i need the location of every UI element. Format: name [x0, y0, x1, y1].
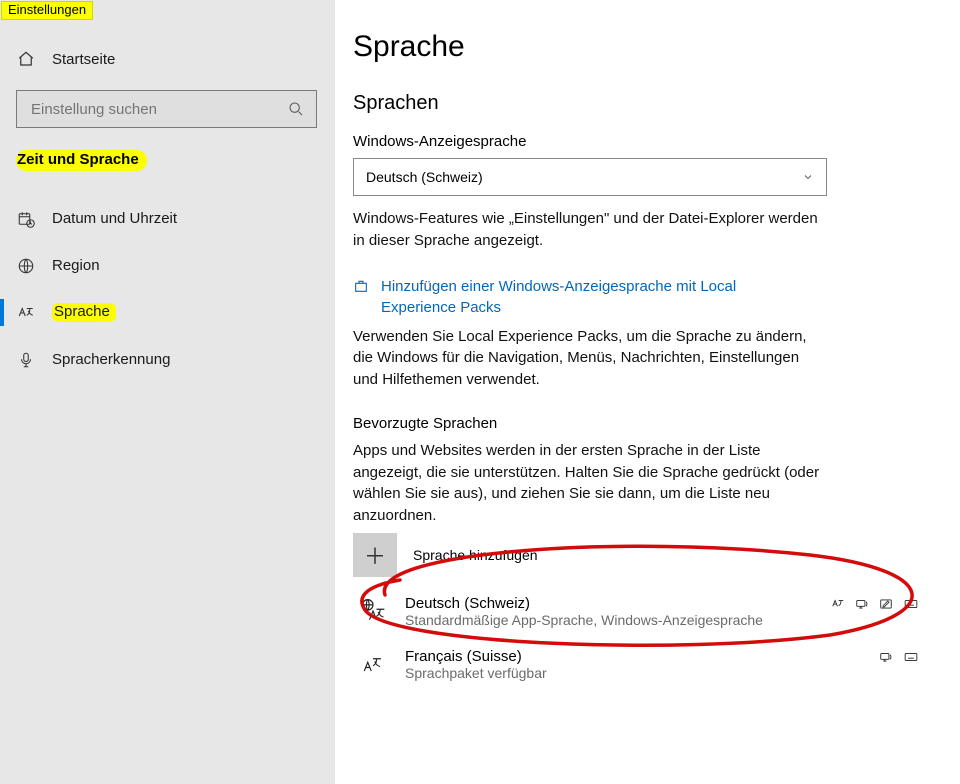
language-subtitle: Standardmäßige App-Sprache, Windows-Anze…	[405, 612, 830, 628]
store-link-text: Hinzufügen einer Windows-Anzeigesprache …	[381, 276, 761, 318]
language-subtitle: Sprachpaket verfügbar	[405, 665, 878, 681]
plus-icon: ＋	[353, 533, 397, 577]
nav-item-label: Datum und Uhrzeit	[52, 210, 177, 227]
feature-display-icon	[830, 597, 846, 611]
calendar-clock-icon	[16, 210, 36, 228]
language-pack-icon	[359, 597, 389, 625]
home-icon	[16, 50, 36, 68]
language-item-de[interactable]: Deutsch (Schweiz) Standardmäßige App-Spr…	[353, 595, 920, 628]
store-link[interactable]: Hinzufügen einer Windows-Anzeigesprache …	[353, 276, 920, 318]
nav-home[interactable]: Startseite	[16, 38, 317, 80]
feature-keyboard-icon	[902, 650, 920, 664]
chevron-down-icon	[802, 171, 814, 183]
nav-item-language[interactable]: Sprache	[16, 289, 317, 336]
store-help: Verwenden Sie Local Experience Packs, um…	[353, 326, 823, 391]
display-language-value: Deutsch (Schweiz)	[366, 169, 483, 185]
nav-item-date-time[interactable]: Datum und Uhrzeit	[16, 195, 317, 242]
store-icon	[353, 278, 371, 294]
feature-tts-icon	[854, 597, 870, 611]
feature-handwriting-icon	[878, 597, 894, 611]
nav-item-label: Region	[52, 257, 100, 274]
nav-item-region[interactable]: Region	[16, 242, 317, 289]
main-content: Sprache Sprachen Windows-Anzeigesprache …	[335, 0, 960, 784]
microphone-icon	[16, 351, 36, 369]
display-language-help: Windows-Features wie „Einstellungen" und…	[353, 208, 823, 252]
search-icon	[288, 101, 304, 117]
language-pack-icon	[359, 650, 389, 678]
sidebar-nav: Datum und Uhrzeit Region Sprache	[16, 195, 317, 383]
add-language-button[interactable]: ＋ Sprache hinzufügen	[353, 533, 920, 577]
language-name: Français (Suisse)	[405, 648, 878, 665]
preferred-languages-heading: Bevorzugte Sprachen	[353, 415, 920, 432]
page-title: Sprache	[353, 30, 920, 64]
section-heading: Zeit und Sprache	[16, 150, 147, 171]
feature-tts-icon	[878, 650, 894, 664]
nav-item-label: Sprache	[52, 303, 116, 322]
languages-heading: Sprachen	[353, 92, 920, 115]
nav-item-label: Spracherkennung	[52, 351, 170, 368]
display-language-select[interactable]: Deutsch (Schweiz)	[353, 158, 827, 196]
feature-keyboard-icon	[902, 597, 920, 611]
preferred-languages-help: Apps und Websites werden in der ersten S…	[353, 440, 823, 527]
search-box[interactable]	[16, 90, 317, 128]
nav-item-speech[interactable]: Spracherkennung	[16, 336, 317, 383]
language-item-fr[interactable]: Français (Suisse) Sprachpaket verfügbar	[353, 648, 920, 681]
language-features	[878, 650, 920, 664]
search-input[interactable]	[29, 100, 288, 119]
display-language-label: Windows-Anzeigesprache	[353, 133, 920, 150]
globe-icon	[16, 257, 36, 275]
language-az-icon	[16, 304, 36, 322]
app-title: Einstellungen	[1, 1, 93, 20]
sidebar: Einstellungen Startseite Zeit und Sprach…	[0, 0, 335, 784]
language-name: Deutsch (Schweiz)	[405, 595, 830, 612]
add-language-label: Sprache hinzufügen	[413, 547, 538, 563]
nav-home-label: Startseite	[52, 51, 115, 68]
language-features	[830, 597, 920, 611]
